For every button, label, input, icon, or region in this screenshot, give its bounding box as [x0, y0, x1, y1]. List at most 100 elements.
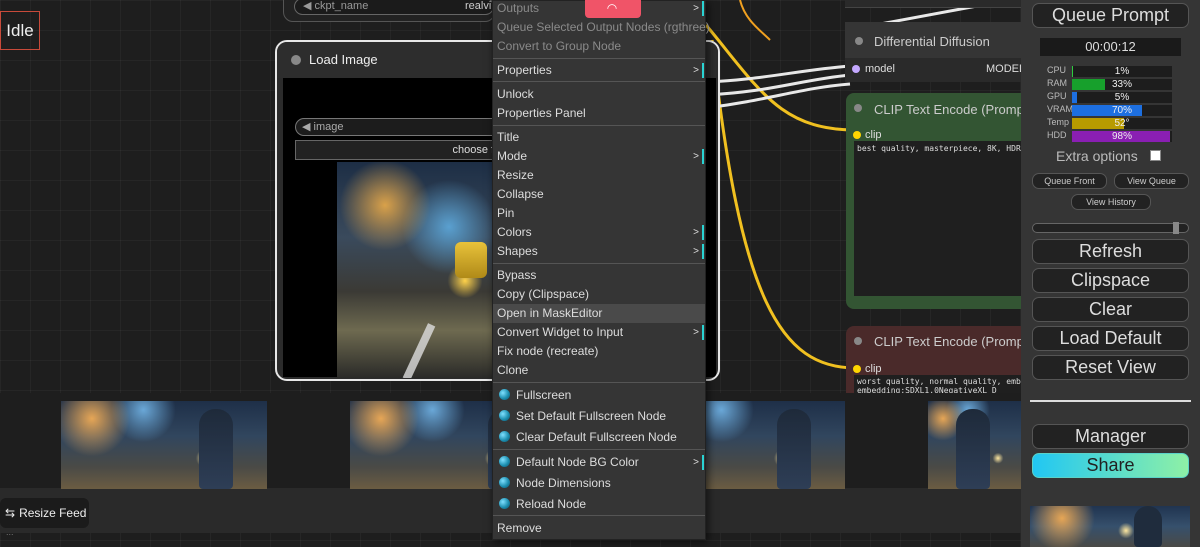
menu-item-convert-widget-to-input[interactable]: Convert Widget to Input >	[493, 323, 705, 342]
menu-item-label: Shapes	[497, 244, 538, 258]
menu-item-fullscreen[interactable]: Fullscreen	[493, 386, 705, 405]
menu-item-mode[interactable]: Mode >	[493, 147, 705, 166]
submenu-indicator	[702, 455, 704, 470]
menu-item-clear-default-fullscreen-node[interactable]: Clear Default Fullscreen Node	[493, 428, 705, 447]
clip-input-label: clip	[865, 363, 882, 375]
menu-item-set-default-fullscreen-node[interactable]: Set Default Fullscreen Node	[493, 407, 705, 426]
thumb-rider	[199, 409, 233, 489]
menu-item-label: Fullscreen	[516, 388, 572, 402]
slider-handle[interactable]	[1173, 222, 1179, 234]
menu-item-fix-node-recreate[interactable]: Fix node (recreate)	[493, 342, 705, 361]
collapse-dot-icon[interactable]	[854, 104, 862, 112]
prompt-line: worst quality, normal quality, embe	[857, 377, 1026, 386]
menu-item-label: Clear Default Fullscreen Node	[516, 430, 677, 444]
panel-slider[interactable]	[1032, 223, 1189, 233]
feed-thumbnail[interactable]	[928, 401, 1028, 489]
stat-bar-temp: 52°	[1072, 118, 1172, 129]
menu-item-node-dimensions[interactable]: Node Dimensions	[493, 474, 705, 493]
menu-item-colors[interactable]: Colors >	[493, 223, 705, 242]
menu-item-remove[interactable]: Remove	[493, 519, 705, 538]
stat-bar-vram: 70%	[1072, 105, 1172, 116]
chevron-right-icon: >	[693, 327, 699, 338]
image-widget-label: image	[313, 121, 344, 133]
menu-item-shapes[interactable]: Shapes >	[493, 242, 705, 261]
queue-front-button[interactable]: Queue Front	[1032, 173, 1107, 189]
side-panel: Queue Prompt 00:00:12 CPU 1% RAM 33% GPU 5% VR…	[1021, 0, 1200, 547]
menu-item-collapse[interactable]: Collapse	[493, 185, 705, 204]
collapse-dot-icon[interactable]	[291, 55, 301, 65]
menu-item-unlock[interactable]: Unlock	[493, 85, 705, 104]
clip-text-encode-negative-node[interactable]: CLIP Text Encode (Promp clip worst quali…	[846, 326, 1026, 396]
wire-clip-negative	[710, 39, 857, 370]
menu-item-label: Unlock	[497, 87, 534, 101]
feed-thumbnail[interactable]	[61, 401, 267, 489]
manager-button[interactable]: Manager	[1032, 424, 1189, 449]
menu-item-convert-to-group-node[interactable]: Convert to Group Node	[493, 37, 705, 56]
menu-item-resize[interactable]: Resize	[493, 166, 705, 185]
extra-options-checkbox[interactable]	[1150, 150, 1161, 161]
menu-item-label: Node Dimensions	[516, 476, 611, 490]
share-button[interactable]: Share	[1032, 453, 1189, 478]
clip-text-encode-positive-node[interactable]: CLIP Text Encode (Promp clip best qualit…	[846, 93, 1026, 309]
stat-bar-cpu: 1%	[1072, 66, 1172, 77]
clipspace-button[interactable]: Clipspace	[1032, 268, 1189, 293]
panel-preview-thumbnail[interactable]	[1030, 506, 1190, 547]
node-title: CLIP Text Encode (Promp	[874, 102, 1024, 117]
menu-item-label: Properties	[497, 63, 552, 77]
clip-input-label: clip	[865, 129, 882, 141]
load-default-button[interactable]: Load Default	[1032, 326, 1189, 351]
reset-view-button[interactable]: Reset View	[1032, 355, 1189, 380]
menu-item-label: Convert to Group Node	[497, 39, 622, 53]
menu-item-default-node-bg-color[interactable]: Default Node BG Color >	[493, 453, 705, 472]
menu-item-label: Set Default Fullscreen Node	[516, 409, 667, 423]
menu-item-label: Reload Node	[516, 497, 587, 511]
menu-item-bypass[interactable]: Bypass	[493, 266, 705, 285]
menu-item-pin[interactable]: Pin	[493, 204, 705, 223]
submenu-indicator	[702, 63, 704, 78]
view-queue-button[interactable]: View Queue	[1114, 173, 1189, 189]
chevron-right-icon: >	[693, 3, 699, 14]
submenu-indicator	[702, 244, 704, 259]
chevron-right-icon: >	[693, 227, 699, 238]
refresh-button[interactable]: Refresh	[1032, 239, 1189, 264]
menu-item-properties-panel[interactable]: Properties Panel	[493, 104, 705, 123]
menu-item-title[interactable]: Title	[493, 128, 705, 147]
queue-prompt-button[interactable]: Queue Prompt	[1032, 3, 1189, 28]
menu-item-copy-clipspace[interactable]: Copy (Clipspace)	[493, 285, 705, 304]
submenu-indicator	[702, 225, 704, 240]
model-input-slot[interactable]	[852, 65, 860, 73]
menu-item-queue-selected-output-nodes-rgthree[interactable]: Queue Selected Output Nodes (rgthree)	[493, 18, 710, 37]
menu-item-outputs[interactable]: Outputs >	[493, 0, 705, 18]
menu-separator	[493, 125, 705, 126]
clear-button[interactable]: Clear	[1032, 297, 1189, 322]
clip-input-slot[interactable]	[853, 365, 861, 373]
collapse-dot-icon[interactable]	[854, 337, 862, 345]
collapse-dot-icon[interactable]	[855, 37, 863, 45]
menu-item-open-in-maskeditor[interactable]: Open in MaskEditor	[493, 304, 705, 323]
resize-icon: ⇆	[5, 506, 16, 520]
status-idle: Idle	[0, 11, 40, 50]
differential-diffusion-node[interactable]: Differential Diffusion model MODEL	[845, 22, 1025, 82]
ckpt-name-value: realvi	[465, 0, 492, 12]
prompt-textarea[interactable]: best quality, masterpiece, 8K, HDR,	[854, 141, 1026, 296]
image-combo-widget[interactable]: ◀ image	[295, 118, 510, 136]
ckpt-name-widget[interactable]: ◀ ckpt_name realvi	[294, 0, 494, 15]
stat-bar-hdd: 98%	[1072, 131, 1172, 142]
menu-separator	[493, 515, 705, 516]
globe-icon	[499, 389, 510, 400]
menu-item-label: Resize	[497, 168, 534, 182]
view-history-button[interactable]: View History	[1071, 194, 1151, 210]
globe-icon	[499, 498, 510, 509]
choose-file-button[interactable]: choose fil	[295, 140, 510, 160]
menu-item-properties[interactable]: Properties >	[493, 61, 705, 80]
menu-item-label: Copy (Clipspace)	[497, 287, 590, 301]
clip-input-slot[interactable]	[853, 131, 861, 139]
menu-item-reload-node[interactable]: Reload Node	[493, 495, 705, 514]
resize-feed-button[interactable]: ⇆ Resize Feed	[0, 498, 89, 528]
stat-value: 33%	[1111, 79, 1132, 90]
chevron-right-icon: >	[693, 246, 699, 257]
image-preview	[337, 162, 497, 378]
wire-model-3	[705, 82, 851, 110]
wire-model-2	[705, 73, 851, 97]
menu-item-clone[interactable]: Clone	[493, 361, 705, 380]
